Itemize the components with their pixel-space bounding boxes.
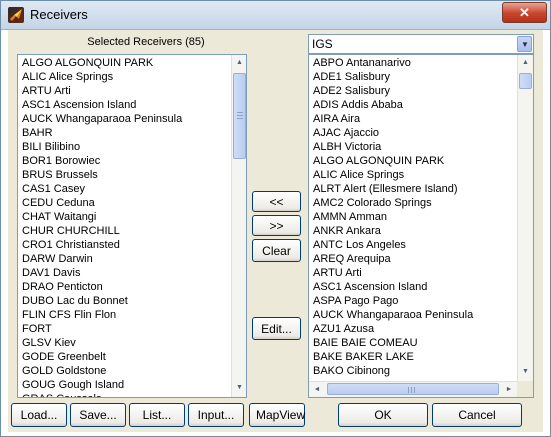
scroll-up-icon[interactable]: ▲	[518, 55, 533, 71]
mapview-button[interactable]: MapView	[249, 403, 305, 427]
list-item[interactable]: BOR1 Borowiec	[20, 154, 182, 168]
selected-list-scroll-thumb[interactable]	[233, 73, 246, 159]
close-button[interactable]: ✕	[502, 2, 547, 23]
list-item[interactable]: ALRT Alert (Ellesmere Island)	[311, 182, 473, 196]
network-select-value: IGS	[312, 37, 333, 51]
list-item[interactable]: AZU1 Azusa	[311, 322, 473, 336]
list-item[interactable]: AUCK Whangaparaoa Peninsula	[311, 308, 473, 322]
list-item[interactable]: AJAC Ajaccio	[311, 126, 473, 140]
scroll-up-icon[interactable]: ▲	[232, 55, 246, 71]
list-item[interactable]: GOLD Goldstone	[20, 364, 182, 378]
list-item[interactable]: BAIE BAIE COMEAU	[311, 336, 473, 350]
scroll-down-icon[interactable]: ▼	[518, 364, 533, 380]
list-item[interactable]: ANKR Ankara	[311, 224, 473, 238]
list-item[interactable]: FLIN CFS Flin Flon	[20, 308, 182, 322]
scroll-down-icon[interactable]: ▼	[232, 380, 246, 396]
edit-button[interactable]: Edit...	[252, 317, 301, 340]
list-item[interactable]: ALGO ALGONQUIN PARK	[20, 56, 182, 70]
list-item[interactable]: BRUS Brussels	[20, 168, 182, 182]
list-item[interactable]: AMC2 Colorado Springs	[311, 196, 473, 210]
list-item[interactable]: GODE Greenbelt	[20, 350, 182, 364]
list-item[interactable]: CAS1 Casey	[20, 182, 182, 196]
window-title: Receivers	[30, 7, 88, 22]
list-item[interactable]: ABPO Antananarivo	[311, 56, 473, 70]
list-item[interactable]: DARW Darwin	[20, 252, 182, 266]
selected-list-vertical-scrollbar[interactable]: ▲ ▼	[231, 55, 246, 397]
list-item[interactable]: GLSV Kiev	[20, 336, 182, 350]
scroll-right-icon[interactable]: ►	[501, 382, 517, 397]
list-item[interactable]: ARTU Arti	[311, 266, 473, 280]
list-item[interactable]: ALIC Alice Springs	[311, 168, 473, 182]
list-item[interactable]: DRAO Penticton	[20, 280, 182, 294]
list-item[interactable]: ALBH Victoria	[311, 140, 473, 154]
list-item[interactable]: ARTU Arti	[20, 84, 182, 98]
list-item[interactable]: ASC1 Ascension Island	[311, 280, 473, 294]
load-button[interactable]: Load...	[11, 403, 67, 427]
list-button[interactable]: List...	[129, 403, 185, 427]
list-item[interactable]: ADIS Addis Ababa	[311, 98, 473, 112]
available-receivers-list[interactable]: ABPO Antananarivo ADE1 Salisbury ADE2 Sali…	[308, 54, 534, 398]
list-item[interactable]: ASPA Pago Pago	[311, 294, 473, 308]
clear-button[interactable]: Clear	[252, 239, 301, 262]
list-item[interactable]: AMMN Amman	[311, 210, 473, 224]
chevron-down-icon[interactable]: ▼	[517, 36, 532, 52]
list-item[interactable]: CRO1 Christiansted	[20, 238, 182, 252]
list-item[interactable]: ASC1 Ascension Island	[20, 98, 182, 112]
list-item[interactable]: BAKE BAKER LAKE	[311, 350, 473, 364]
save-button[interactable]: Save...	[70, 403, 126, 427]
list-item[interactable]: AREQ Arequipa	[311, 252, 473, 266]
list-item[interactable]: BILI Bilibino	[20, 140, 182, 154]
list-item[interactable]: DUBO Lac du Bonnet	[20, 294, 182, 308]
selected-receivers-list[interactable]: ALGO ALGONQUIN PARK ALIC Alice Springs ART…	[17, 54, 247, 398]
title-bar[interactable]: Receivers ✕	[1, 1, 550, 30]
list-item[interactable]: ADE1 Salisbury	[311, 70, 473, 84]
list-item[interactable]: CEDU Ceduna	[20, 196, 182, 210]
receivers-dialog: Receivers ✕ Selected Receivers (85) ALGO…	[0, 0, 551, 437]
list-item[interactable]: CHAT Waitangi	[20, 210, 182, 224]
list-item[interactable]: ADE2 Salisbury	[311, 84, 473, 98]
input-button[interactable]: Input...	[188, 403, 244, 427]
add-receiver-button[interactable]: <<	[252, 191, 301, 212]
list-item[interactable]: ALGO ALGONQUIN PARK	[311, 154, 473, 168]
list-item[interactable]: ALIC Alice Springs	[20, 70, 182, 84]
ok-button[interactable]: OK	[338, 403, 428, 427]
list-item[interactable]: GOUG Gough Island	[20, 378, 182, 392]
available-list-hscroll-thumb[interactable]	[327, 383, 499, 395]
available-list-vertical-scrollbar[interactable]: ▲ ▼	[517, 55, 533, 381]
cancel-button[interactable]: Cancel	[432, 403, 522, 427]
list-item[interactable]: BAKO Cibinong	[311, 364, 473, 378]
list-item[interactable]: GRAS Caussols	[20, 392, 182, 397]
list-item[interactable]: AIRA Aira	[311, 112, 473, 126]
list-item[interactable]: CHUR CHURCHILL	[20, 224, 182, 238]
available-list-horizontal-scrollbar[interactable]: ◄ ►	[309, 381, 517, 397]
scrollbar-corner	[517, 381, 533, 397]
network-select[interactable]: IGS ▼	[308, 34, 534, 54]
selected-receivers-label: Selected Receivers (85)	[87, 36, 205, 48]
list-item[interactable]: DAV1 Davis	[20, 266, 182, 280]
list-item[interactable]: BAHR	[20, 126, 182, 140]
list-item[interactable]: ANTC Los Angeles	[311, 238, 473, 252]
scroll-left-icon[interactable]: ◄	[309, 382, 325, 397]
available-list-scroll-thumb[interactable]	[519, 73, 532, 89]
matlab-logo-icon	[8, 7, 24, 23]
remove-receiver-button[interactable]: >>	[252, 215, 301, 236]
list-item[interactable]: AUCK Whangaparaoa Peninsula	[20, 112, 182, 126]
list-item[interactable]: FORT	[20, 322, 182, 336]
dialog-body: Selected Receivers (85) ALGO ALGONQUIN P…	[8, 30, 543, 432]
